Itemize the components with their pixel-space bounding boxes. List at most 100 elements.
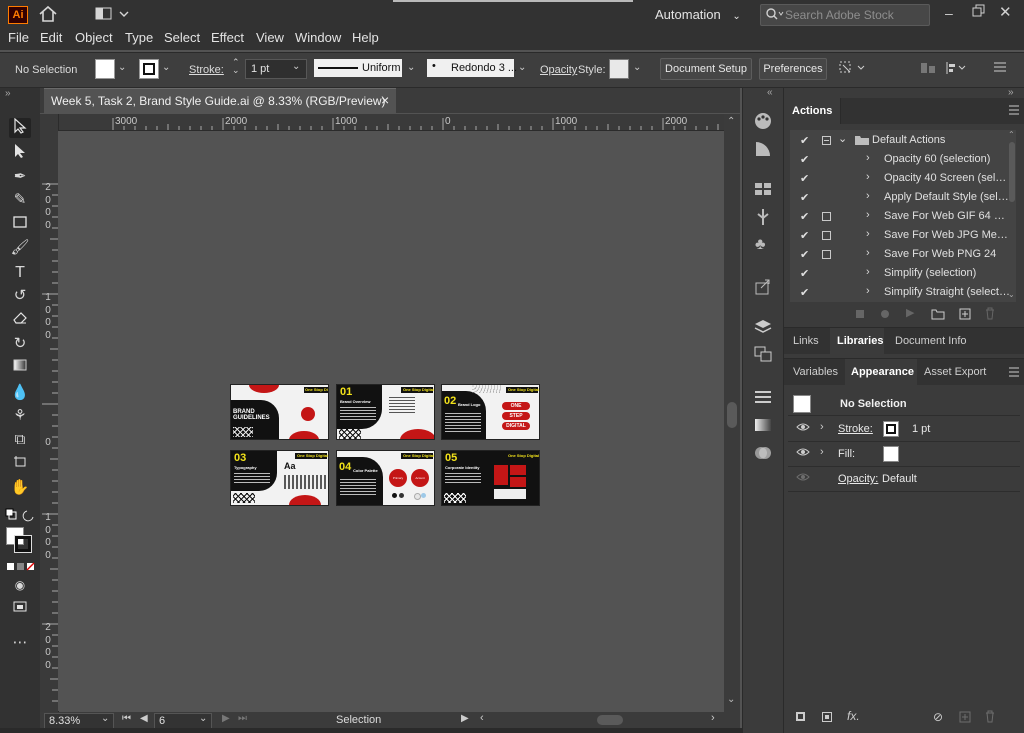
paintbrush-tool-icon[interactable]: 🖌	[9, 238, 31, 258]
dialog-toggle-icon[interactable]	[822, 250, 831, 259]
chevron-down-icon[interactable]: ⌄	[838, 132, 847, 145]
graphic-style-swatch[interactable]	[609, 59, 629, 79]
gradient-tool-icon[interactable]	[9, 358, 31, 378]
color-palette-icon[interactable]	[753, 112, 773, 133]
actions-list[interactable]: ✔ ⌄ Default Actions ✔ › Opacity 60 (select…	[790, 130, 1016, 302]
close-window-icon[interactable]: ✕	[999, 3, 1012, 21]
expand-icon[interactable]: ›	[866, 209, 870, 221]
appearance-stroke-row[interactable]: › Stroke: 1 pt	[788, 417, 1020, 442]
menu-file[interactable]: File	[8, 30, 29, 45]
previous-artboard-icon[interactable]: ◀	[140, 713, 148, 724]
actions-scrollbar[interactable]: ⌃ ⌄	[1008, 130, 1016, 300]
artboard-cover[interactable]: One Stop Digital BRAND GUIDELINES	[230, 384, 329, 440]
workspace-switcher[interactable]: Automation ⌄	[655, 7, 741, 22]
artboard-navigator[interactable]: 6 ⌄	[154, 713, 212, 729]
tab-libraries[interactable]: Libraries	[837, 335, 883, 347]
action-row[interactable]: ✔ › Save For Web JPG Medium	[790, 226, 1016, 245]
home-icon[interactable]	[38, 5, 58, 26]
panel-menu-icon[interactable]	[1008, 366, 1020, 381]
stroke-label[interactable]: Stroke:	[189, 64, 224, 76]
fill-dropdown-icon[interactable]: ⌄	[118, 62, 126, 73]
new-action-icon[interactable]	[959, 308, 971, 323]
collapse-dock-icon[interactable]: »	[1008, 87, 1014, 98]
action-row[interactable]: ✔ › Simplify (selection)	[790, 264, 1016, 283]
horizontal-scroll-thumb[interactable]	[597, 715, 623, 725]
visibility-eye-icon[interactable]	[796, 446, 810, 461]
action-row[interactable]: ✔ › Simplify Straight (selection)	[790, 283, 1016, 302]
variable-width-profile[interactable]: Uniform	[314, 59, 402, 77]
expand-icon[interactable]: ›	[866, 266, 870, 278]
toggle-check-icon[interactable]: ✔	[800, 153, 809, 166]
fx-icon[interactable]: fx.	[847, 709, 860, 723]
tab-document-info[interactable]: Document Info	[895, 335, 967, 347]
stroke-color-icon[interactable]	[14, 535, 32, 553]
scroll-down-icon[interactable]: ⌄	[1008, 290, 1015, 299]
menu-edit[interactable]: Edit	[40, 30, 62, 45]
visibility-eye-icon[interactable]	[796, 421, 810, 436]
rotate-tool-icon[interactable]: ↺	[9, 286, 31, 306]
warp-tool-icon[interactable]: ↻	[9, 334, 31, 354]
status-menu-icon[interactable]: ▶	[461, 713, 469, 724]
document-tab[interactable]: Week 5, Task 2, Brand Style Guide.ai @ 8…	[44, 88, 396, 113]
tab-actions[interactable]: Actions	[792, 105, 832, 117]
transform-icon[interactable]	[838, 60, 868, 79]
more-tools-icon[interactable]: ⋯	[9, 633, 31, 653]
toggle-check-icon[interactable]: ✔	[800, 286, 809, 299]
transparency-icon[interactable]	[753, 444, 773, 465]
artboard-tool-icon[interactable]	[9, 454, 31, 474]
toggle-check-icon[interactable]: ✔	[800, 191, 809, 204]
appearance-fill-row[interactable]: › Fill:	[788, 442, 1020, 467]
action-row[interactable]: ✔ › Save For Web PNG 24	[790, 245, 1016, 264]
scroll-down-icon[interactable]: ⌄	[727, 694, 735, 705]
eraser-tool-icon[interactable]	[9, 310, 31, 330]
clear-appearance-icon[interactable]: ⊘	[933, 710, 943, 724]
tab-asset-export[interactable]: Asset Export	[924, 366, 986, 378]
brushes-icon[interactable]	[753, 208, 773, 229]
symbol-sprayer-tool-icon[interactable]: ⧉	[9, 430, 31, 450]
artboard-brand-overview[interactable]: 01 Brand Overview One Stop Digital	[336, 384, 435, 440]
selection-tool-icon[interactable]	[9, 117, 31, 138]
stroke-color-swatch[interactable]	[883, 421, 899, 437]
dialog-toggle-icon[interactable]	[822, 231, 831, 240]
panel-menu-icon[interactable]	[1008, 104, 1020, 119]
zoom-field[interactable]: 8.33% ⌄	[44, 713, 114, 729]
preferences-button[interactable]: Preferences	[759, 58, 827, 80]
delete-icon[interactable]	[984, 710, 996, 726]
expand-icon[interactable]: ›	[866, 171, 870, 183]
hand-tool-icon[interactable]: ✋	[9, 478, 31, 498]
canvas[interactable]: One Stop Digital BRAND GUIDELINES 01 Bra…	[58, 131, 724, 711]
scroll-up-icon[interactable]: ⌃	[727, 116, 735, 127]
toggle-check-icon[interactable]: ✔	[800, 134, 809, 147]
control-menu-icon[interactable]	[993, 61, 1007, 76]
scroll-thumb[interactable]	[727, 402, 737, 428]
tab-variables[interactable]: Variables	[793, 366, 838, 378]
artboard-color-palette[interactable]: 04 Color Palette One Stop Digital Primar…	[336, 450, 435, 506]
fill-color-swatch[interactable]	[883, 446, 899, 462]
opacity-label[interactable]: Opacity:	[838, 473, 878, 485]
next-artboard-icon[interactable]: ▶	[222, 713, 230, 724]
rectangle-tool-icon[interactable]	[9, 215, 31, 235]
stroke-stepper[interactable]: ⌃ ⌄	[232, 58, 240, 75]
action-row[interactable]: ✔ › Opacity 40 Screen (selecti...	[790, 169, 1016, 188]
menu-type[interactable]: Type	[125, 30, 153, 45]
restore-icon[interactable]	[972, 4, 986, 21]
toggle-check-icon[interactable]: ✔	[800, 210, 809, 223]
pen-tool-icon[interactable]: ✒	[9, 167, 31, 187]
scroll-right-icon[interactable]: ›	[711, 712, 715, 724]
asset-export-icon[interactable]	[753, 278, 773, 299]
artboards-icon[interactable]	[753, 345, 773, 366]
stroke-swatch[interactable]	[139, 59, 159, 79]
stop-icon[interactable]	[856, 310, 864, 318]
fill-swatch[interactable]	[95, 59, 115, 79]
appearance-opacity-row[interactable]: Opacity: Default	[788, 467, 1020, 492]
toggle-check-icon[interactable]: ✔	[800, 172, 809, 185]
close-document-icon[interactable]: ×	[381, 92, 389, 108]
scroll-left-icon[interactable]: ‹	[480, 712, 484, 724]
toggle-check-icon[interactable]: ✔	[800, 248, 809, 261]
brush-definition[interactable]: • Redondo 3 ...	[427, 59, 517, 77]
symbols-icon[interactable]: ♣	[755, 236, 766, 254]
expand-icon[interactable]: ›	[820, 446, 824, 458]
stroke-label[interactable]: Stroke:	[838, 423, 873, 435]
gradient-panel-icon[interactable]	[753, 416, 773, 437]
swatches-icon[interactable]	[753, 180, 773, 201]
